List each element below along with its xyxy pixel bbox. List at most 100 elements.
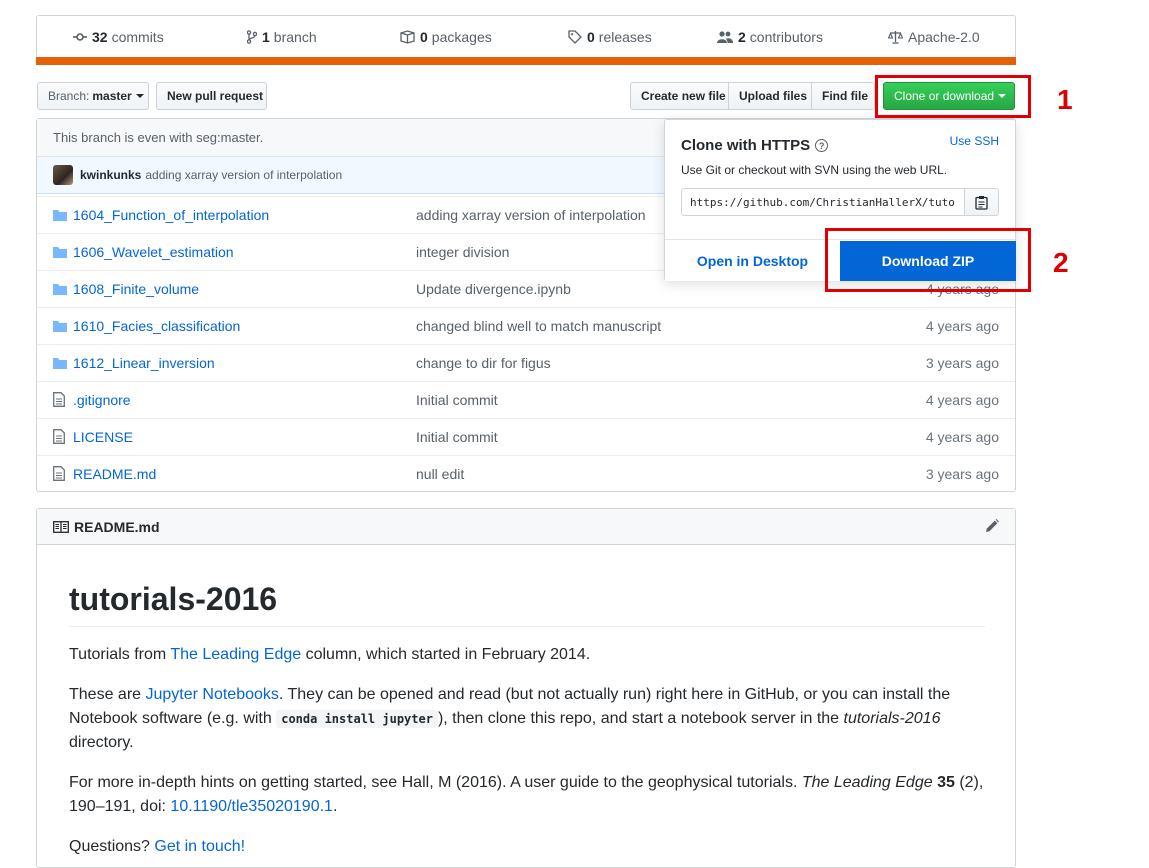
upload-files-button[interactable]: Upload files — [728, 82, 812, 110]
question-icon[interactable]: ? — [815, 139, 829, 152]
leading-edge-link[interactable]: The Leading Edge — [170, 646, 301, 663]
annotation-number-1: 1 — [1057, 84, 1073, 115]
readme-paragraph-3: For more in-depth hints on getting start… — [69, 771, 985, 819]
table-row[interactable]: 1610_Facies_classification changed blind … — [37, 307, 1015, 344]
commit-age: 4 years ago — [925, 318, 999, 334]
tag-icon — [568, 30, 582, 44]
folder-icon — [53, 319, 67, 335]
emphasis: tutorials-2016 — [843, 710, 941, 727]
commits-count: 32 — [92, 29, 108, 45]
readme-panel: README.md tutorials-2016 Tutorials from … — [36, 508, 1016, 868]
text: These are — [69, 686, 146, 703]
book-icon — [53, 520, 69, 533]
packages-link[interactable]: 0 packages — [400, 16, 492, 58]
contributors-label: contributors — [749, 29, 823, 45]
file-name-link[interactable]: 1606_Wavelet_estimation — [73, 244, 234, 260]
commit-message-link[interactable]: null edit — [416, 466, 464, 482]
clone-title: Clone with HTTPS ? — [681, 137, 829, 154]
text: . — [332, 798, 338, 815]
commit-message-link[interactable]: Initial commit — [416, 429, 498, 445]
commit-message-link[interactable]: Update divergence.ipynb — [416, 281, 571, 297]
create-new-file-button[interactable]: Create new file — [630, 82, 729, 110]
commit-message-link[interactable]: adding xarray version of interpolation — [416, 207, 646, 223]
annotation-number-2: 2 — [1053, 247, 1069, 278]
file-name-link[interactable]: 1610_Facies_classification — [73, 318, 240, 334]
folder-icon — [53, 245, 67, 261]
language-bar[interactable] — [36, 57, 1016, 65]
readme-filename: README.md — [74, 518, 160, 535]
file-icon — [53, 429, 65, 447]
folder-icon — [53, 208, 67, 224]
open-in-desktop-button[interactable]: Open in Desktop — [665, 240, 840, 282]
packages-count: 0 — [420, 29, 428, 45]
file-icon — [53, 466, 65, 484]
clone-url-input[interactable] — [681, 188, 965, 216]
commits-link[interactable]: 32 commits — [73, 16, 164, 58]
branch-label: branch — [273, 29, 317, 45]
new-pull-request-button[interactable]: New pull request — [156, 82, 267, 110]
table-row[interactable]: .gitignore Initial commit 4 years ago — [37, 381, 1015, 418]
volume-number: 35 — [937, 774, 955, 791]
file-name-link[interactable]: LICENSE — [73, 429, 133, 445]
commit-age: 3 years ago — [925, 355, 999, 371]
table-row[interactable]: LICENSE Initial commit 4 years ago — [37, 418, 1015, 455]
get-in-touch-link[interactable]: Get in touch! — [154, 838, 245, 855]
copy-url-button[interactable] — [964, 188, 999, 216]
annotation-box-1 — [875, 75, 1031, 118]
contributors-link[interactable]: 2 contributors — [717, 16, 823, 58]
clipboard-icon — [975, 195, 988, 210]
branch-count: 1 — [262, 29, 270, 45]
branch-icon — [247, 30, 257, 44]
license-label: Apache-2.0 — [908, 29, 980, 45]
inline-code: conda install jupyter — [276, 710, 438, 728]
commit-age: 4 years ago — [925, 392, 999, 408]
readme-content: tutorials-2016 Tutorials from The Leadin… — [69, 579, 985, 859]
file-icon — [53, 392, 65, 410]
file-name-link[interactable]: README.md — [73, 466, 156, 482]
contributors-count: 2 — [738, 29, 746, 45]
readme-title: tutorials-2016 — [69, 579, 985, 627]
table-row[interactable]: 1612_Linear_inversion change to dir for f… — [37, 344, 1015, 381]
file-name-link[interactable]: 1604_Function_of_interpolation — [73, 207, 269, 223]
text: directory. — [69, 734, 134, 751]
text: ), then clone this repo, and start a not… — [437, 710, 844, 727]
commit-message-link[interactable]: change to dir for figus — [416, 355, 551, 371]
pencil-icon[interactable] — [985, 519, 999, 533]
license-link[interactable]: Apache-2.0 — [888, 16, 980, 58]
releases-link[interactable]: 0 releases — [568, 16, 652, 58]
text: Tutorials from — [69, 646, 171, 663]
branches-link[interactable]: 1 branch — [247, 16, 317, 58]
commit-message-link[interactable]: Initial commit — [416, 392, 498, 408]
find-file-button[interactable]: Find file — [811, 82, 875, 110]
commit-message-link[interactable]: integer division — [416, 244, 509, 260]
emphasis: The Leading Edge — [801, 774, 933, 791]
file-name-link[interactable]: 1608_Finite_volume — [73, 281, 199, 297]
commits-label: commits — [111, 29, 164, 45]
package-icon — [400, 30, 415, 44]
clone-description: Use Git or checkout with SVN using the w… — [681, 163, 948, 177]
avatar[interactable] — [53, 165, 73, 185]
use-ssh-link[interactable]: Use SSH — [950, 134, 999, 148]
clone-title-text: Clone with HTTPS — [681, 137, 811, 154]
people-icon — [717, 31, 733, 43]
file-name-link[interactable]: .gitignore — [73, 392, 131, 408]
commit-age: 4 years ago — [925, 429, 999, 445]
jupyter-link[interactable]: Jupyter Notebooks — [145, 686, 278, 703]
commit-message-link[interactable]: changed blind well to match manuscript — [416, 318, 661, 334]
doi-link[interactable]: 10.1190/tle35020190.1 — [170, 798, 333, 815]
annotation-box-2 — [825, 228, 1031, 292]
commit-age: 3 years ago — [925, 466, 999, 482]
law-icon — [888, 31, 903, 44]
releases-count: 0 — [587, 29, 595, 45]
readme-paragraph-1: Tutorials from The Leading Edge column, … — [69, 643, 985, 667]
branch-select-button[interactable]: Branch: master — [37, 82, 149, 110]
readme-paragraph-2: These are Jupyter Notebooks. They can be… — [69, 683, 985, 755]
commit-message[interactable]: adding xarray version of interpolation — [145, 168, 342, 182]
readme-header: README.md — [37, 509, 1015, 545]
readme-paragraph-4: Questions? Get in touch! — [69, 835, 985, 859]
table-row[interactable]: README.md null edit 3 years ago — [37, 455, 1015, 492]
commit-author[interactable]: kwinkunks — [80, 168, 141, 182]
file-name-link[interactable]: 1612_Linear_inversion — [73, 355, 215, 371]
text: For more in-depth hints on getting start… — [69, 774, 802, 791]
packages-label: packages — [431, 29, 492, 45]
